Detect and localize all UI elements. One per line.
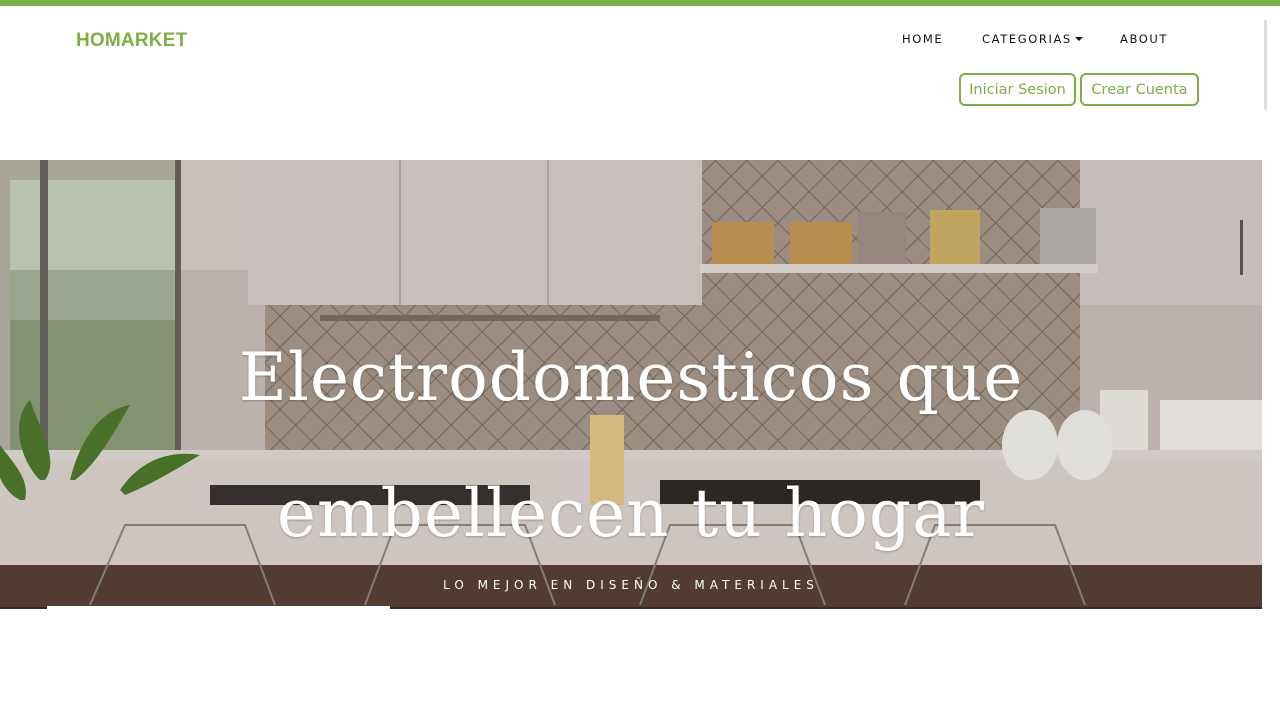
navbar: HOMARKET HOME CATEGORIAS ABOUT Iniciar S… xyxy=(0,6,1262,160)
hero-subtitle: LO MEJOR EN DISEÑO & MATERIALES xyxy=(443,578,819,592)
nav-categorias-label: CATEGORIAS xyxy=(982,32,1072,46)
caret-down-icon xyxy=(1074,37,1083,41)
nav-home-label: HOME xyxy=(902,32,944,46)
scrollbar-track[interactable] xyxy=(1262,6,1280,720)
brand-logo[interactable]: HOMARKET xyxy=(76,30,187,52)
nav-about-label: ABOUT xyxy=(1120,32,1169,46)
login-button[interactable]: Iniciar Sesion xyxy=(959,73,1076,106)
nav-home[interactable]: HOME xyxy=(902,32,943,46)
scrollbar-thumb[interactable] xyxy=(1264,20,1267,110)
hero-bottom-tab xyxy=(47,606,390,609)
hero-title: Electrodomesticos que embellecen tu hoga… xyxy=(238,339,1024,552)
hero-banner: Electrodomesticos que embellecen tu hoga… xyxy=(0,160,1262,608)
signup-button[interactable]: Crear Cuenta xyxy=(1080,73,1199,106)
nav-categorias-dropdown[interactable]: CATEGORIAS xyxy=(982,32,1083,46)
nav-about[interactable]: ABOUT xyxy=(1120,32,1168,46)
